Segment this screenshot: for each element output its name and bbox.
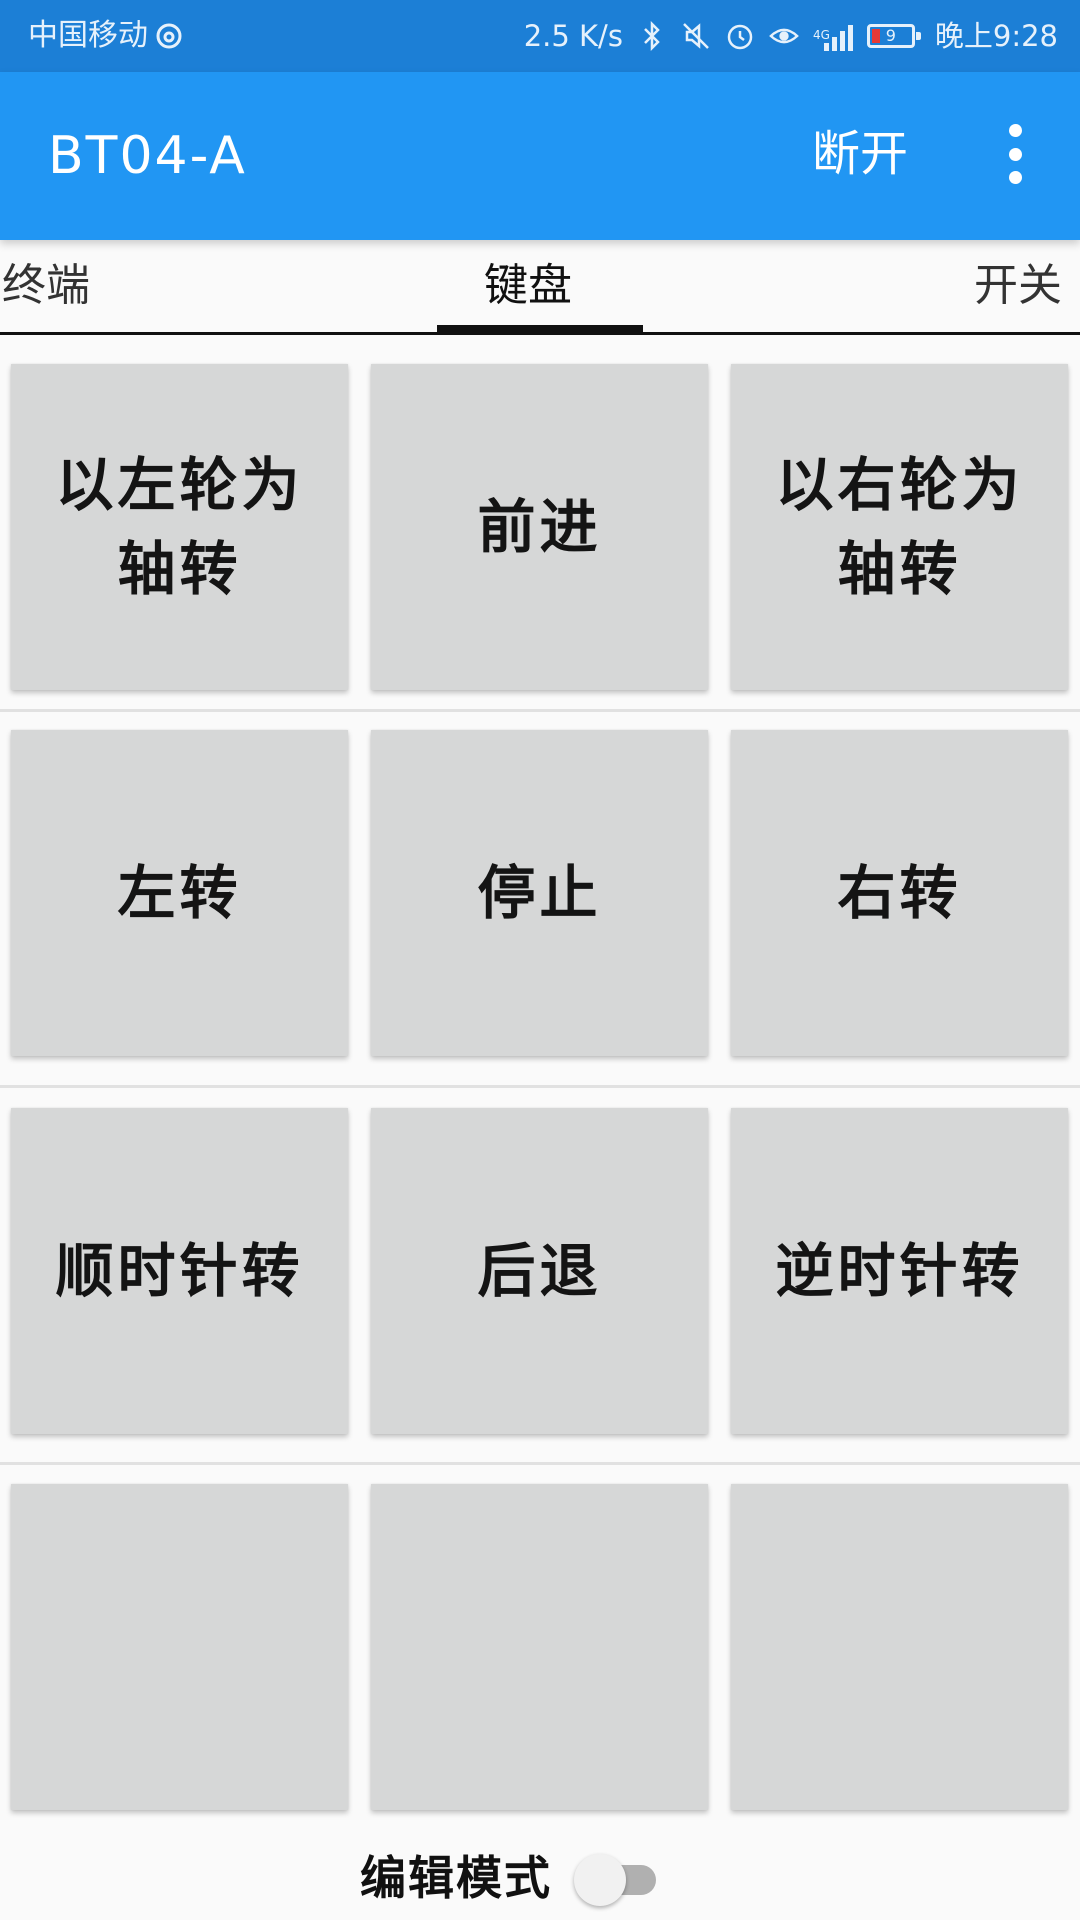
forward-button[interactable]: 前进 xyxy=(371,364,708,690)
eye-comfort-icon xyxy=(769,21,799,51)
key-label: 以右轮为轴转 xyxy=(775,451,1024,603)
tab-bar: 终端 键盘 开关 xyxy=(0,240,1080,335)
status-right: 2.5 K/s 4G 9 晚上9:28 xyxy=(524,14,1058,58)
keypad-row-4 xyxy=(0,1472,1080,1832)
pivot-left-wheel-button[interactable]: 以左轮为轴转 xyxy=(11,364,348,690)
turn-left-button[interactable]: 左转 xyxy=(11,730,348,1056)
app-title: BT04-A xyxy=(48,126,247,186)
key-label: 以左轮为轴转 xyxy=(55,451,304,603)
tab-terminal[interactable]: 终端 xyxy=(2,258,90,314)
signal-icon: 4G xyxy=(813,21,853,51)
key-label: 后退 xyxy=(477,1237,602,1305)
mute-icon xyxy=(681,21,711,51)
pivot-right-wheel-button[interactable]: 以右轮为轴转 xyxy=(731,364,1068,690)
keypad-row-1: 以左轮为轴转 前进 以右轮为轴转 xyxy=(0,352,1080,712)
screen: 中国移动 2.5 K/s 4G 9 晚上9:28 BT04-A 断开 终端 键盘… xyxy=(0,0,1080,1920)
key-label: 顺时针转 xyxy=(55,1237,304,1305)
weibo-icon xyxy=(154,21,184,51)
carrier-name: 中国移动 xyxy=(28,18,148,53)
backward-button[interactable]: 后退 xyxy=(371,1108,708,1434)
tab-keyboard[interactable]: 键盘 xyxy=(484,258,572,314)
tab-switch[interactable]: 开关 xyxy=(974,258,1062,314)
stop-button[interactable]: 停止 xyxy=(371,730,708,1056)
key-label: 左转 xyxy=(117,859,242,927)
clock: 晚上9:28 xyxy=(934,19,1058,53)
status-left: 中国移动 xyxy=(28,14,184,58)
key-label: 停止 xyxy=(477,859,602,927)
keypad-row-2: 左转 停止 右转 xyxy=(0,718,1080,1078)
custom-key-button[interactable] xyxy=(731,1484,1068,1810)
disconnect-button[interactable]: 断开 xyxy=(812,124,908,184)
network-type: 4G xyxy=(812,28,830,42)
key-label: 右转 xyxy=(837,859,962,927)
net-speed: 2.5 K/s xyxy=(523,19,623,53)
clockwise-button[interactable]: 顺时针转 xyxy=(11,1108,348,1434)
edit-mode: 编辑模式 xyxy=(360,1846,662,1910)
tab-indicator xyxy=(437,325,643,332)
bluetooth-icon xyxy=(637,21,667,51)
app-bar: BT04-A 断开 xyxy=(0,72,1080,240)
edit-mode-label: 编辑模式 xyxy=(360,1851,552,1905)
more-vert-icon[interactable] xyxy=(998,124,1032,184)
key-label: 逆时针转 xyxy=(775,1237,1024,1305)
row-divider xyxy=(0,709,1080,712)
turn-right-button[interactable]: 右转 xyxy=(731,730,1068,1056)
key-label: 前进 xyxy=(477,493,602,561)
battery-icon: 9 xyxy=(866,24,921,48)
counterclockwise-button[interactable]: 逆时针转 xyxy=(731,1108,1068,1434)
custom-key-button[interactable] xyxy=(11,1484,348,1810)
alarm-icon xyxy=(725,21,755,51)
edit-mode-toggle[interactable] xyxy=(570,1848,662,1908)
battery-level: 9 xyxy=(885,26,896,45)
status-bar: 中国移动 2.5 K/s 4G 9 晚上9:28 xyxy=(0,0,1080,72)
row-divider xyxy=(0,1085,1080,1088)
row-divider xyxy=(0,1462,1080,1465)
toggle-thumb xyxy=(574,1854,626,1906)
keypad-row-3: 顺时针转 后退 逆时针转 xyxy=(0,1096,1080,1456)
custom-key-button[interactable] xyxy=(371,1484,708,1810)
